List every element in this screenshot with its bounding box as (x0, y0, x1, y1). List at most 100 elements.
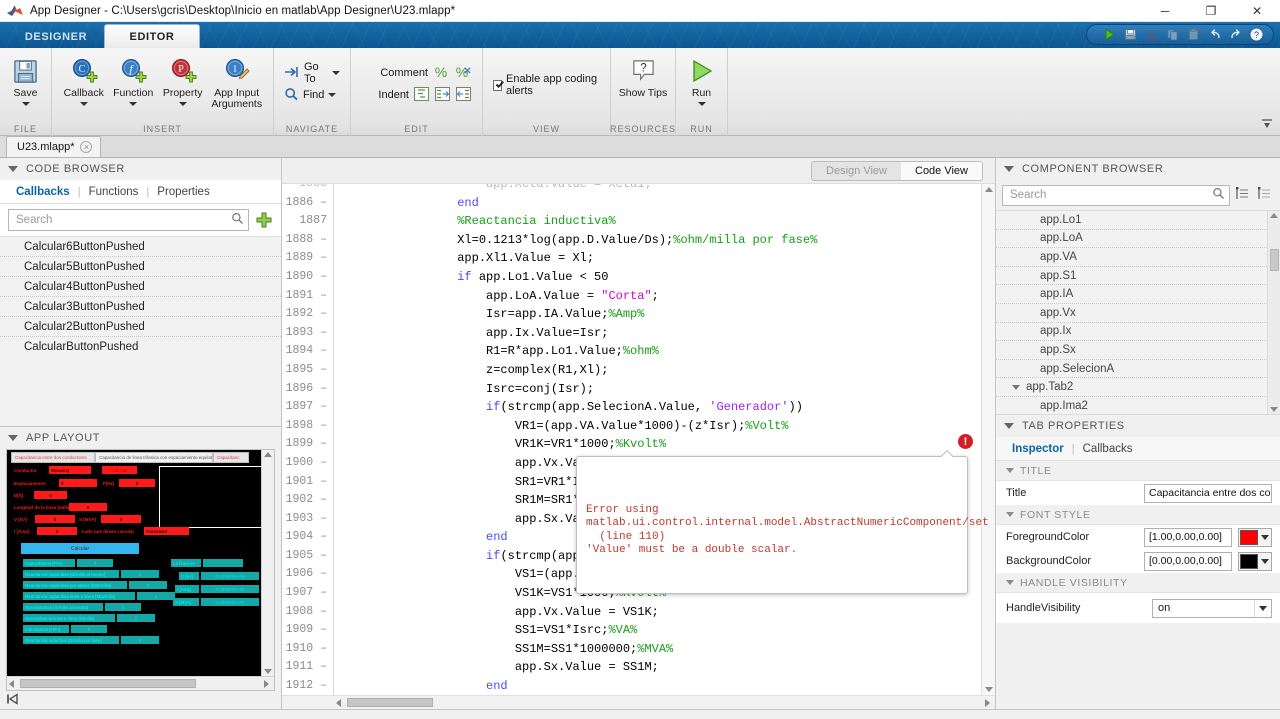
go-to-button[interactable]: Go To (282, 61, 342, 85)
component-tree-item[interactable]: app.VA (996, 248, 1267, 267)
insert-function-button[interactable]: f Function (109, 54, 156, 106)
editor-vertical-scrollbar[interactable] (981, 184, 995, 695)
preview-button-calcular-top[interactable]: Calcular (102, 466, 137, 474)
cut-icon[interactable] (1141, 25, 1162, 44)
preview-field-dft[interactable]: 0 (34, 491, 67, 499)
show-tips-button[interactable]: ? Show Tips (617, 54, 669, 99)
list-item[interactable]: Calcular3ButtonPushed (0, 297, 281, 317)
foreground-color-picker[interactable] (1238, 527, 1272, 547)
chevron-down-icon[interactable] (1012, 384, 1020, 390)
chevron-down-icon[interactable] (332, 71, 340, 75)
document-tab-u23[interactable]: U23.mlapp* × (6, 136, 102, 157)
find-button[interactable]: Find (282, 84, 338, 106)
chevron-down-icon[interactable] (21, 102, 30, 106)
collapse-ribbon-icon[interactable] (1260, 117, 1274, 131)
preview-button-calcular[interactable]: Calcular (21, 543, 139, 554)
chevron-down-icon[interactable] (1006, 580, 1014, 585)
scroll-up-icon[interactable] (1270, 213, 1278, 218)
help-icon[interactable]: ? (1246, 25, 1267, 44)
editor-horizontal-scrollbar[interactable] (282, 695, 995, 709)
list-item[interactable]: CalcularButtonPushed (0, 337, 281, 357)
preview-dropdown-espaciamiento[interactable]: 0 (59, 479, 97, 487)
enable-app-coding-alerts-checkbox[interactable] (493, 79, 502, 91)
component-tree-item[interactable]: app.Tab2 (996, 378, 1267, 397)
code-line[interactable]: z=complex(R1,Xl); (342, 361, 981, 380)
save-icon[interactable] (1120, 25, 1141, 44)
add-callback-button[interactable] (255, 211, 273, 229)
uncomment-icon[interactable]: % (454, 64, 472, 83)
app-layout-header[interactable]: APP LAYOUT (0, 427, 281, 449)
tab-callbacks[interactable]: Callbacks (8, 186, 78, 198)
list-item[interactable]: Calcular5ButtonPushed (0, 257, 281, 277)
preview-vertical-scrollbar[interactable] (261, 450, 274, 676)
code-line[interactable]: if app.Lo1.Value < 50 (342, 268, 981, 287)
tab-callbacks[interactable]: Callbacks (1075, 443, 1141, 455)
preview-dropdown-conductor[interactable]: Waxwing (49, 466, 91, 474)
code-line[interactable]: app.Vx.Value = VS1K; (342, 603, 981, 622)
title-input[interactable]: Capacitancia entre dos cor (1144, 483, 1272, 503)
scroll-down-icon[interactable] (984, 687, 993, 692)
preview-dropdown-lado[interactable]: Generador (144, 527, 189, 535)
preview-field-fhz[interactable]: 0 (119, 479, 155, 487)
component-tree-item[interactable]: app.SelecionA (996, 360, 1267, 379)
preview-tab-3[interactable]: Capacitanc (213, 452, 249, 463)
code-browser-header[interactable]: CODE BROWSER (0, 158, 281, 180)
tab-properties-header[interactable]: TAB PROPERTIES (996, 415, 1280, 437)
tab-inspector[interactable]: Inspector (1004, 443, 1072, 455)
chevron-down-icon[interactable] (1006, 512, 1014, 517)
component-tree-item[interactable]: app.IA (996, 285, 1267, 304)
component-tree-item[interactable]: app.Ix (996, 323, 1267, 342)
code-line[interactable]: app.Xl1.Value = Xl; (342, 249, 981, 268)
close-icon[interactable]: × (80, 141, 93, 153)
component-browser-header[interactable]: COMPONENT BROWSER (996, 158, 1280, 180)
chevron-down-icon[interactable] (1258, 534, 1271, 540)
indent-left-icon[interactable] (455, 86, 472, 105)
section-title-header[interactable]: TITLE (996, 461, 1280, 481)
maximize-button[interactable]: ❐ (1188, 0, 1234, 22)
preview-tab-1[interactable]: Capacitancia entre dos conductores (11, 452, 95, 463)
expand-all-icon[interactable] (1235, 186, 1252, 204)
scroll-left-icon[interactable] (336, 698, 341, 707)
save-button[interactable]: Save (0, 54, 51, 106)
preview-field-vkv[interactable]: 0 (35, 515, 75, 523)
code-browser-search-input[interactable]: Search (8, 209, 249, 231)
chevron-down-icon[interactable] (1254, 599, 1271, 617)
chevron-down-icon[interactable] (1258, 558, 1271, 564)
redo-icon[interactable] (1225, 25, 1246, 44)
code-line[interactable]: app.Ix.Value=Isr; (342, 324, 981, 343)
go-to-start-icon[interactable] (6, 692, 20, 708)
component-tree-item[interactable]: app.Vx (996, 304, 1267, 323)
comment-icon[interactable]: % (432, 64, 450, 83)
code-editor[interactable]: 1885 1886 – 1887 1888 – 1889 – 1890 – 1891 –… (282, 184, 995, 695)
code-line[interactable]: Isrc=conj(Isr); (342, 380, 981, 399)
code-line[interactable]: end (342, 677, 981, 695)
run-button[interactable]: Run (676, 54, 727, 106)
code-view-button[interactable]: Code View (901, 161, 982, 180)
scroll-left-icon[interactable] (9, 679, 14, 688)
search-icon[interactable] (231, 212, 244, 228)
chevron-down-icon[interactable] (79, 102, 88, 106)
chevron-down-icon[interactable] (129, 102, 138, 106)
preview-tab-2[interactable]: Capacitancia de linea trifasica con espa… (95, 452, 213, 463)
paste-icon[interactable] (1183, 25, 1204, 44)
chevron-down-icon[interactable] (697, 102, 706, 106)
scroll-down-icon[interactable] (264, 669, 272, 674)
background-color-input[interactable]: [0.00,0.00,0.00] (1144, 551, 1232, 571)
chevron-down-icon[interactable] (328, 93, 337, 97)
component-tree-item[interactable]: app.S1 (996, 267, 1267, 286)
code-line[interactable]: app.LoA.Value = "Corta"; (342, 287, 981, 306)
scroll-right-icon[interactable] (264, 679, 269, 688)
code-text-area[interactable]: app.Xcta.Value = Xcta1; end %Reactancia … (334, 184, 981, 695)
tab-editor[interactable]: EDITOR (104, 24, 200, 48)
insert-property-button[interactable]: P Property (159, 54, 206, 106)
list-item[interactable]: Calcular6ButtonPushed (0, 237, 281, 257)
code-line[interactable]: if(strcmp(app.SelecionA.Value, 'Generado… (342, 398, 981, 417)
run-icon[interactable] (1099, 25, 1120, 44)
code-line[interactable]: end (342, 194, 981, 213)
app-preview-canvas[interactable]: Capacitancia entre dos conductores Capac… (7, 450, 261, 676)
indent-right-icon[interactable] (434, 86, 451, 105)
background-color-picker[interactable] (1238, 551, 1272, 571)
section-handle-visibility-header[interactable]: HANDLE VISIBILITY (996, 573, 1280, 593)
scroll-up-icon[interactable] (984, 187, 993, 192)
component-tree-item[interactable]: app.Lo1 (996, 211, 1267, 230)
